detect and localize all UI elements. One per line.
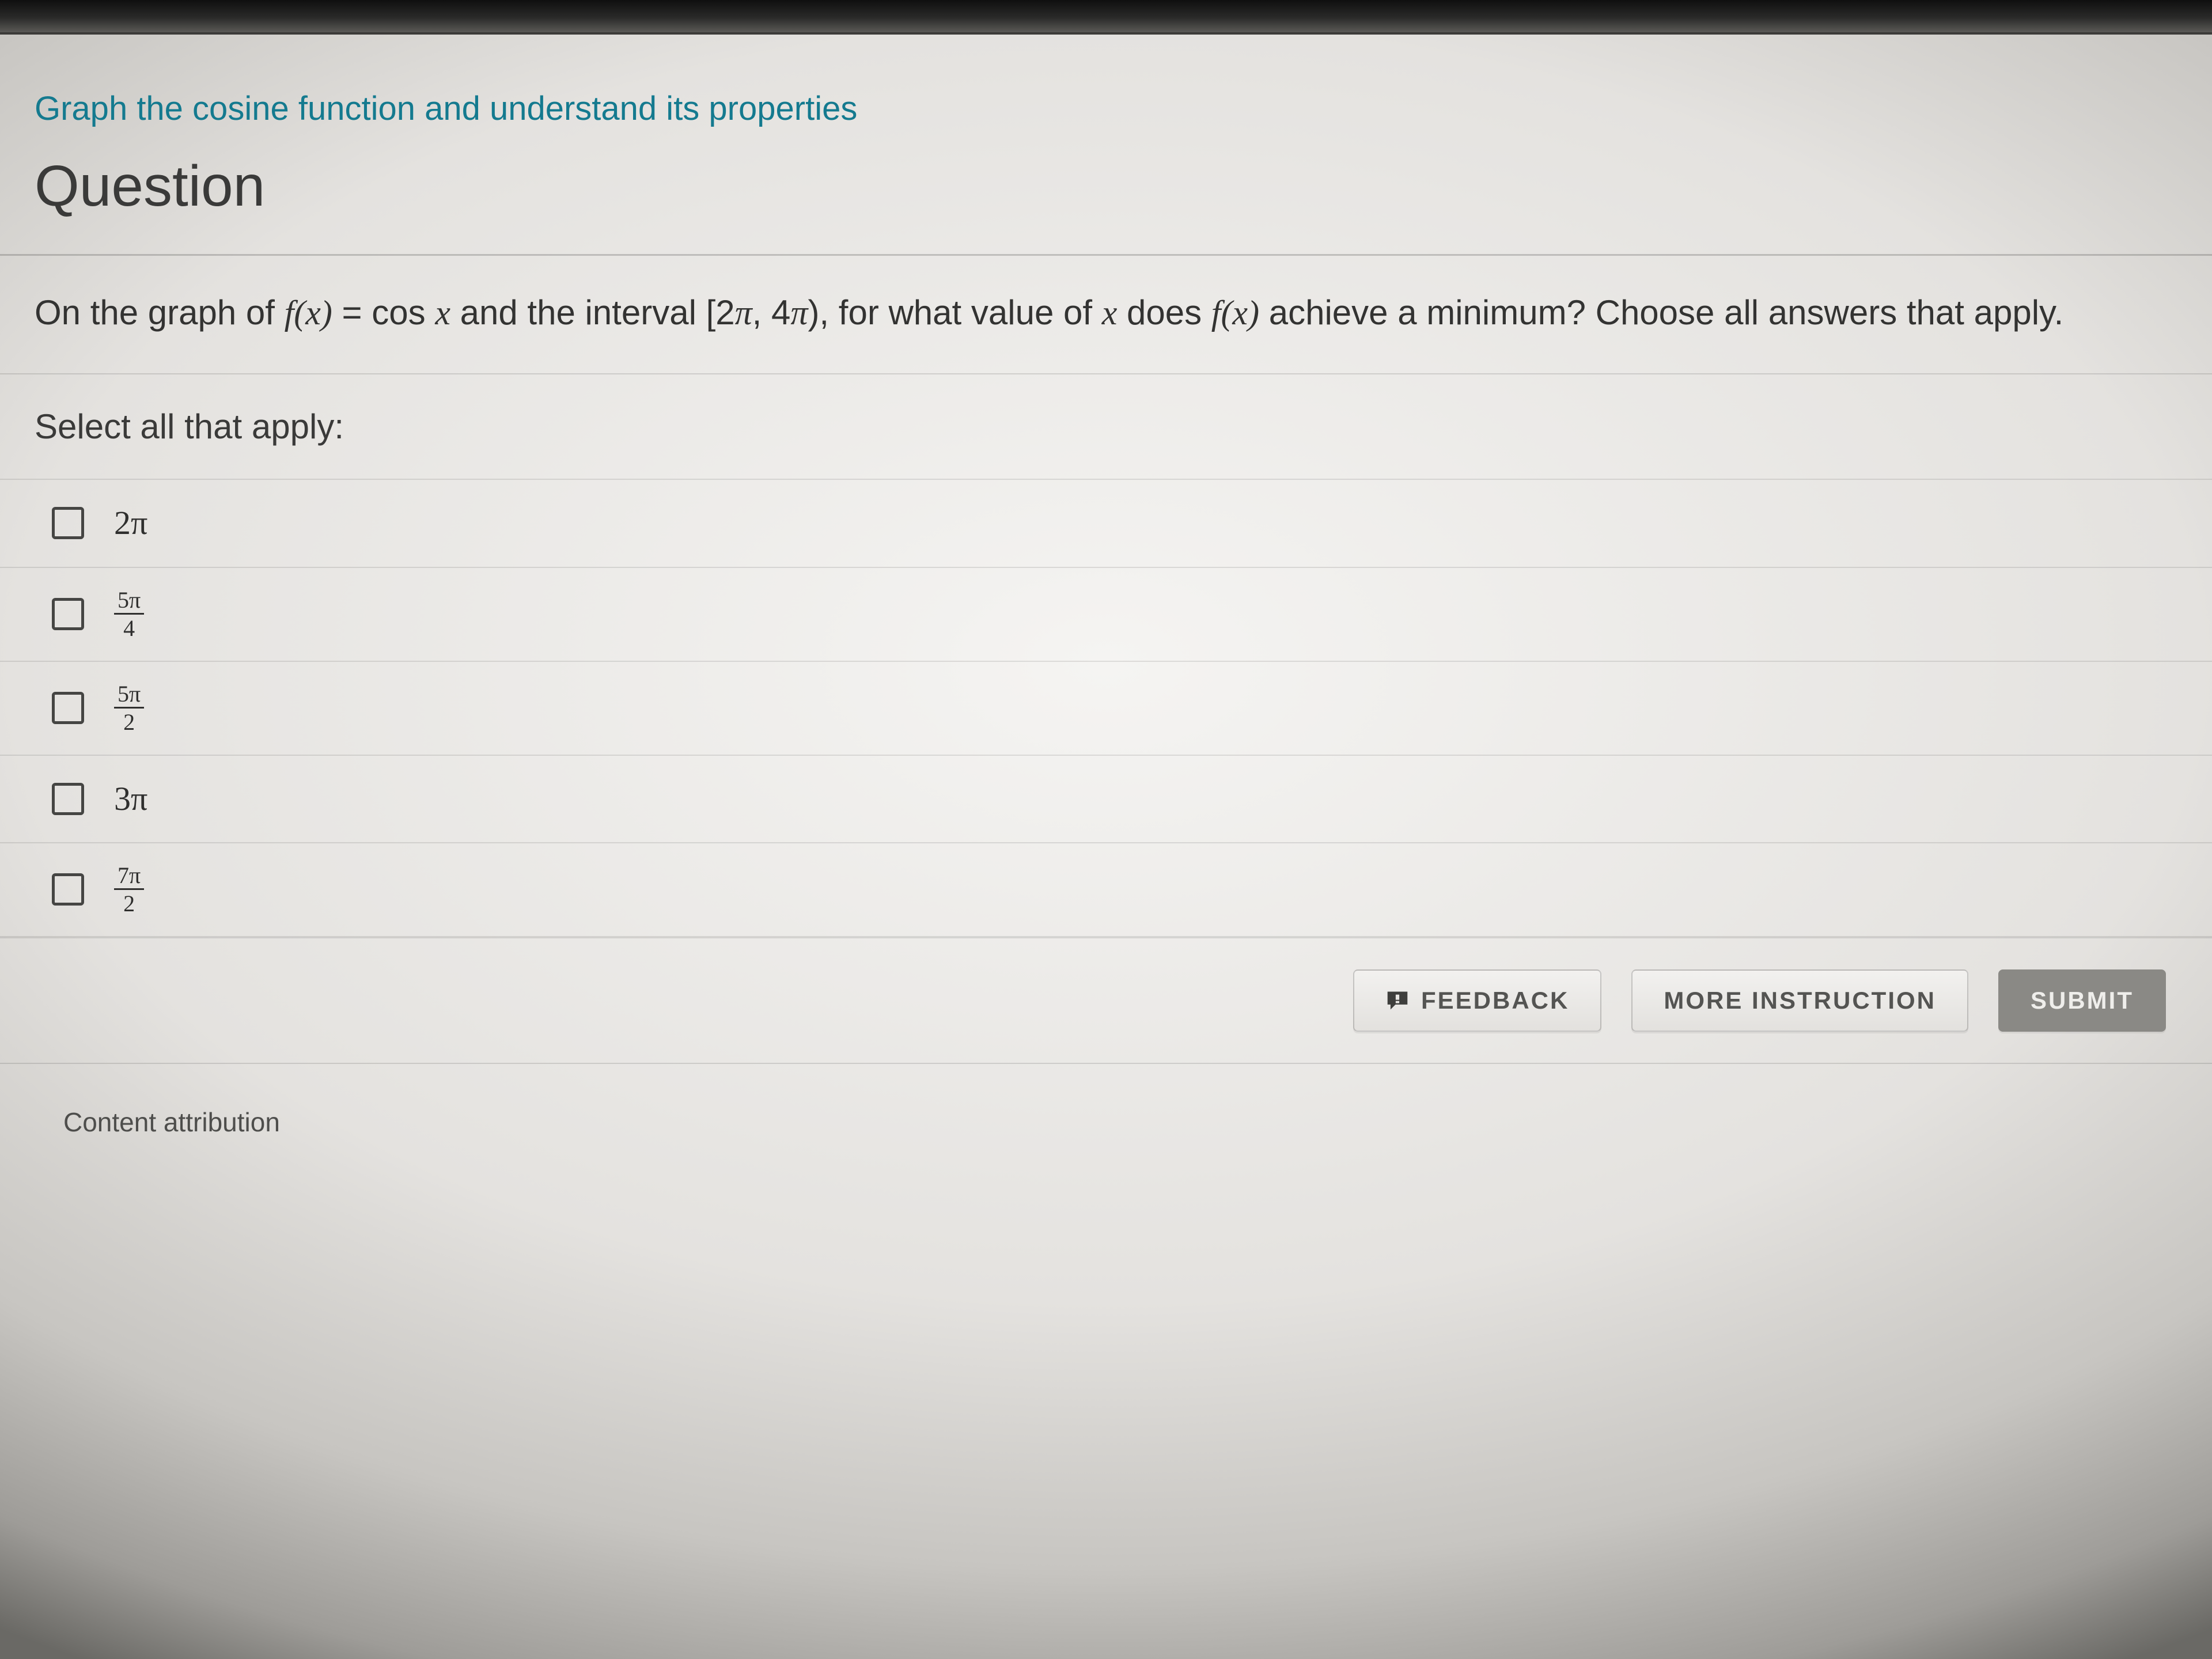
checkbox[interactable] <box>52 507 84 539</box>
topic-title: Graph the cosine function and understand… <box>0 35 2212 147</box>
prompt-text: = cos <box>332 293 435 332</box>
speech-bubble-icon <box>1385 990 1410 1012</box>
question-prompt: On the graph of f(x) = cos x and the int… <box>0 256 2212 373</box>
fraction: 7π 2 <box>114 864 144 915</box>
fraction-numerator: 7π <box>114 864 144 890</box>
option-row[interactable]: 3π <box>0 755 2212 842</box>
option-label: 5π 4 <box>114 589 144 640</box>
option-row[interactable]: 7π 2 <box>0 842 2212 937</box>
prompt-text: ), for what value of <box>808 293 1101 332</box>
math-fx: f(x) <box>285 294 332 332</box>
option-label: 5π 2 <box>114 683 144 734</box>
math-pi: π <box>735 294 752 332</box>
math-x: x <box>435 294 450 332</box>
fraction-denominator: 4 <box>120 615 138 640</box>
action-bar: FEEDBACK MORE INSTRUCTION SUBMIT <box>0 937 2212 1063</box>
window-bezel <box>0 0 2212 35</box>
fraction: 5π 4 <box>114 589 144 640</box>
option-row[interactable]: 2π <box>0 479 2212 566</box>
options-list: 2π 5π 4 5π 2 3π <box>0 479 2212 937</box>
question-heading: Question <box>0 147 2212 254</box>
fraction-denominator: 2 <box>120 709 138 734</box>
submit-button[interactable]: SUBMIT <box>1998 969 2166 1032</box>
feedback-button[interactable]: FEEDBACK <box>1353 969 1601 1032</box>
math-pi: π <box>790 294 808 332</box>
fraction-numerator: 5π <box>114 589 144 615</box>
checkbox[interactable] <box>52 692 84 724</box>
content-attribution-link[interactable]: Content attribution <box>0 1064 2212 1209</box>
more-instruction-label: MORE INSTRUCTION <box>1664 987 1936 1014</box>
select-instruction: Select all that apply: <box>0 374 2212 479</box>
prompt-text: On the graph of <box>35 293 285 332</box>
checkbox[interactable] <box>52 873 84 906</box>
prompt-text: does <box>1117 293 1211 332</box>
prompt-text: and the interval [2 <box>450 293 735 332</box>
option-row[interactable]: 5π 2 <box>0 661 2212 755</box>
fraction: 5π 2 <box>114 683 144 734</box>
option-label: 2π <box>114 501 147 546</box>
math-fx: f(x) <box>1211 294 1259 332</box>
feedback-label: FEEDBACK <box>1421 987 1569 1014</box>
option-row[interactable]: 5π 4 <box>0 567 2212 661</box>
more-instruction-button[interactable]: MORE INSTRUCTION <box>1631 969 1968 1032</box>
checkbox[interactable] <box>52 598 84 630</box>
fraction-denominator: 2 <box>120 890 138 915</box>
prompt-text: , 4 <box>752 293 791 332</box>
fraction-numerator: 5π <box>114 683 144 709</box>
prompt-text: achieve a minimum? Choose all answers th… <box>1259 293 2063 332</box>
question-page: Graph the cosine function and understand… <box>0 35 2212 1659</box>
option-label: 3π <box>114 777 147 821</box>
option-label: 7π 2 <box>114 864 144 915</box>
checkbox[interactable] <box>52 783 84 815</box>
submit-label: SUBMIT <box>2031 987 2134 1014</box>
math-x: x <box>1102 294 1118 332</box>
